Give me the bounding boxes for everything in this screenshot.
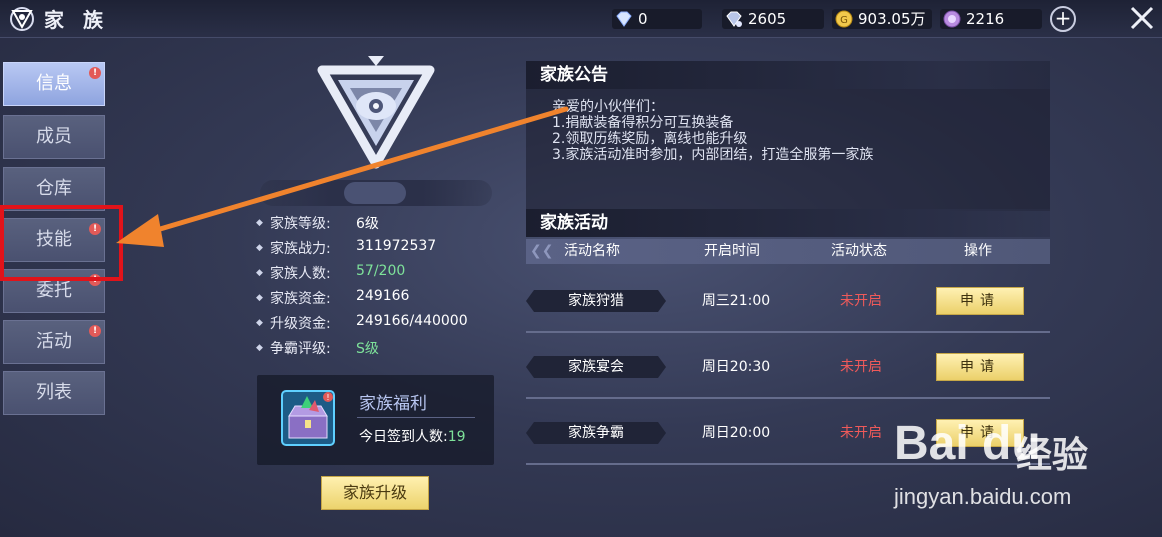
notification-badge: ! (89, 325, 101, 337)
bound-diamond-value: 2605 (748, 10, 787, 28)
currency-diamond: 0 (612, 8, 702, 30)
family-welfare-card[interactable]: ! 家族福利 今日签到人数:19 (257, 375, 494, 465)
bullet-icon: ◆ (256, 293, 263, 303)
sidebar-item-members[interactable]: 成员 (3, 115, 105, 159)
apply-button[interactable]: 申请 (936, 353, 1024, 381)
sidebar-item-label: 成员 (36, 126, 72, 147)
stat-label: 家族人数: (270, 266, 331, 282)
treasure-chest-icon: ! (281, 390, 335, 446)
watermark-text: 经验 (1016, 435, 1089, 476)
activities-title: 家族活动 (526, 209, 1050, 237)
currency-contribution: 2216 (940, 8, 1042, 30)
bullet-icon: ◆ (256, 343, 263, 353)
notice-title: 家族公告 (526, 61, 1050, 89)
notice-line: 2.领取历练奖励，离线也能升级 (552, 131, 748, 147)
sidebar-item-label: 列表 (36, 382, 72, 403)
notice-line: 1.捐献装备得积分可互换装备 (552, 115, 734, 131)
sidebar-item-label: 活动 (36, 331, 72, 352)
sidebar-item-info[interactable]: 信息 ! (3, 62, 105, 106)
stat-value: S级 (356, 341, 379, 357)
column-header: 活动名称 (564, 243, 620, 259)
currency-bound-diamond: 2605 (722, 8, 824, 30)
notification-badge: ! (89, 67, 101, 79)
table-row: 家族狩猎 周三21:00 未开启 申请 (526, 267, 1050, 333)
stat-label: 家族等级: (270, 216, 331, 232)
stat-value: 311972537 (356, 238, 437, 254)
watermark-url: jingyan.baidu.com (894, 484, 1072, 509)
notice-line: 亲爱的小伙伴们： (552, 99, 664, 115)
diamond-icon (616, 11, 632, 27)
title-area: 家 族 (8, 4, 109, 33)
highlight-box (0, 205, 123, 281)
bound-diamond-icon (726, 11, 742, 27)
activity-time: 周日20:30 (701, 359, 771, 375)
sidebar-item-label: 委托 (36, 280, 72, 301)
sidebar-item-activities[interactable]: 活动 ! (3, 320, 105, 364)
family-name-highlight (344, 182, 406, 204)
activities-table-header: ❮❮ 活动名称 开启时间 活动状态 操作 (526, 239, 1050, 264)
contribution-coin-icon (943, 10, 961, 28)
notice-line: 3.家族活动准时参加，内部团结，打造全服第一家族 (552, 147, 874, 163)
welfare-badge: ! (326, 393, 329, 402)
stat-members: ◆ 家族人数: 57/200 (256, 263, 486, 288)
family-name-bar (260, 180, 492, 206)
activity-status: 未开启 (840, 293, 882, 309)
diamond-value: 0 (638, 10, 648, 28)
page-title: 家 族 (44, 8, 109, 32)
svg-text:G: G (840, 15, 848, 26)
activity-time: 周日20:00 (701, 425, 771, 441)
sidebar-item-list[interactable]: 列表 (3, 371, 105, 415)
gold-coin-icon: G (835, 10, 853, 28)
family-crest-icon (317, 56, 435, 169)
stat-value: 57/200 (356, 263, 406, 279)
family-upgrade-button[interactable]: 家族升级 (321, 476, 429, 510)
apply-button[interactable]: 申请 (936, 287, 1024, 315)
stat-label: 升级资金: (270, 316, 331, 332)
add-currency-button[interactable]: + (1050, 6, 1076, 32)
signin-label: 今日签到人数: (359, 429, 448, 445)
stat-value: 6级 (356, 216, 379, 232)
stat-value: 249166/440000 (356, 313, 468, 329)
column-header: 活动状态 (831, 243, 887, 259)
activity-status: 未开启 (840, 425, 882, 441)
gold-value: 903.05万 (858, 10, 926, 28)
activity-name: 家族争霸 (526, 422, 666, 444)
sidebar-item-label: 仓库 (36, 178, 72, 199)
family-emblem-icon (10, 6, 34, 31)
close-icon[interactable] (1128, 4, 1156, 32)
bullet-icon: ◆ (256, 243, 263, 253)
stat-value: 249166 (356, 288, 410, 304)
bullet-icon: ◆ (256, 268, 263, 278)
stat-label: 争霸评级: (270, 341, 331, 357)
stat-rank: ◆ 争霸评级: S级 (256, 338, 486, 363)
activity-name: 家族狩猎 (526, 290, 666, 312)
column-header: 操作 (964, 243, 992, 259)
signin-count: 19 (447, 429, 466, 445)
bullet-icon: ◆ (256, 218, 263, 228)
family-notice-panel: 家族公告 亲爱的小伙伴们： 1.捐献装备得积分可互换装备 2.领取历练奖励，离线… (526, 61, 1050, 211)
welfare-divider (357, 417, 475, 418)
sidebar-item-label: 信息 (36, 73, 72, 94)
welfare-signin: 今日签到人数:19 (359, 426, 466, 446)
currency-gold: G 903.05万 (832, 8, 932, 30)
top-bar: 家 族 0 2605 G 903.05万 2216 + (0, 0, 1162, 38)
column-header: 开启时间 (704, 243, 760, 259)
activity-time: 周三21:00 (701, 293, 771, 309)
stat-label: 家族战力: (270, 241, 331, 257)
stat-funds: ◆ 家族资金: 249166 (256, 288, 486, 313)
notice-body: 亲爱的小伙伴们： 1.捐献装备得积分可互换装备 2.领取历练奖励，离线也能升级 … (552, 99, 873, 163)
stat-power: ◆ 家族战力: 311972537 (256, 238, 486, 263)
stat-label: 家族资金: (270, 291, 331, 307)
baidu-watermark: Bai du 经验 jingyan.baidu.com (894, 412, 1154, 522)
bullet-icon: ◆ (256, 318, 263, 328)
stat-upgrade-funds: ◆ 升级资金: 249166/440000 (256, 313, 486, 338)
chevrons-icon: ❮❮ (530, 243, 554, 259)
table-row: 家族宴会 周日20:30 未开启 申请 (526, 333, 1050, 399)
contribution-value: 2216 (966, 10, 1005, 28)
activity-name: 家族宴会 (526, 356, 666, 378)
activity-status: 未开启 (840, 359, 882, 375)
plus-icon: + (1054, 6, 1072, 30)
stat-level: ◆ 家族等级: 6级 (256, 213, 486, 238)
welfare-title: 家族福利 (359, 394, 427, 414)
